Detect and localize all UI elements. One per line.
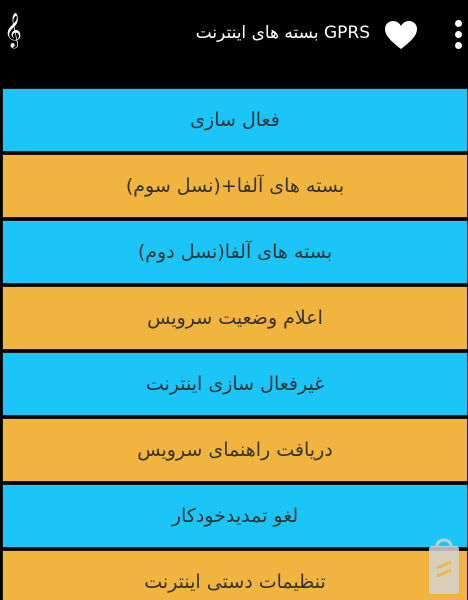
app-screen: بسته های اینترنت GPRS 𝄞 فعال سازی بسته ه… bbox=[0, 0, 468, 600]
menu-item-service-status[interactable]: اعلام وضعیت سرویس bbox=[2, 286, 468, 350]
menu-item-label: اعلام وضعیت سرویس bbox=[147, 307, 323, 329]
menu-item-alfa-2g[interactable]: بسته های آلفا(نسل دوم) bbox=[2, 220, 468, 284]
menu-item-deactivate-internet[interactable]: غیرفعال سازی اینترنت bbox=[2, 352, 468, 416]
overflow-menu-icon[interactable] bbox=[453, 20, 465, 54]
menu-item-label: بسته های آلفا+(نسل سوم) bbox=[125, 175, 345, 197]
menu-item-label: بسته های آلفا(نسل دوم) bbox=[137, 241, 333, 263]
menu-item-label: لغو تمدیدخودکار bbox=[171, 505, 299, 527]
heart-icon[interactable] bbox=[384, 20, 418, 50]
menu-item-label: فعال سازی bbox=[190, 109, 280, 131]
menu-item-service-guide[interactable]: دریافت راهنمای سرویس bbox=[2, 418, 468, 482]
menu-item-manual-internet-settings[interactable]: تنظیمات دستی اینترنت bbox=[2, 550, 468, 600]
menu-list: فعال سازی بسته های آلفا+(نسل سوم) بسته ه… bbox=[0, 88, 468, 600]
menu-item-label: دریافت راهنمای سرویس bbox=[137, 439, 333, 461]
menu-item-label: غیرفعال سازی اینترنت bbox=[145, 373, 325, 395]
app-bar: بسته های اینترنت GPRS 𝄞 bbox=[0, 0, 468, 70]
music-note-icon[interactable]: 𝄞 bbox=[2, 12, 24, 50]
menu-item-activate[interactable]: فعال سازی bbox=[2, 88, 468, 152]
app-title: بسته های اینترنت GPRS bbox=[195, 23, 370, 43]
menu-item-cancel-auto-renew[interactable]: لغو تمدیدخودکار bbox=[2, 484, 468, 548]
menu-item-label: تنظیمات دستی اینترنت bbox=[144, 571, 326, 593]
menu-item-alfa-plus-3g[interactable]: بسته های آلفا+(نسل سوم) bbox=[2, 154, 468, 218]
